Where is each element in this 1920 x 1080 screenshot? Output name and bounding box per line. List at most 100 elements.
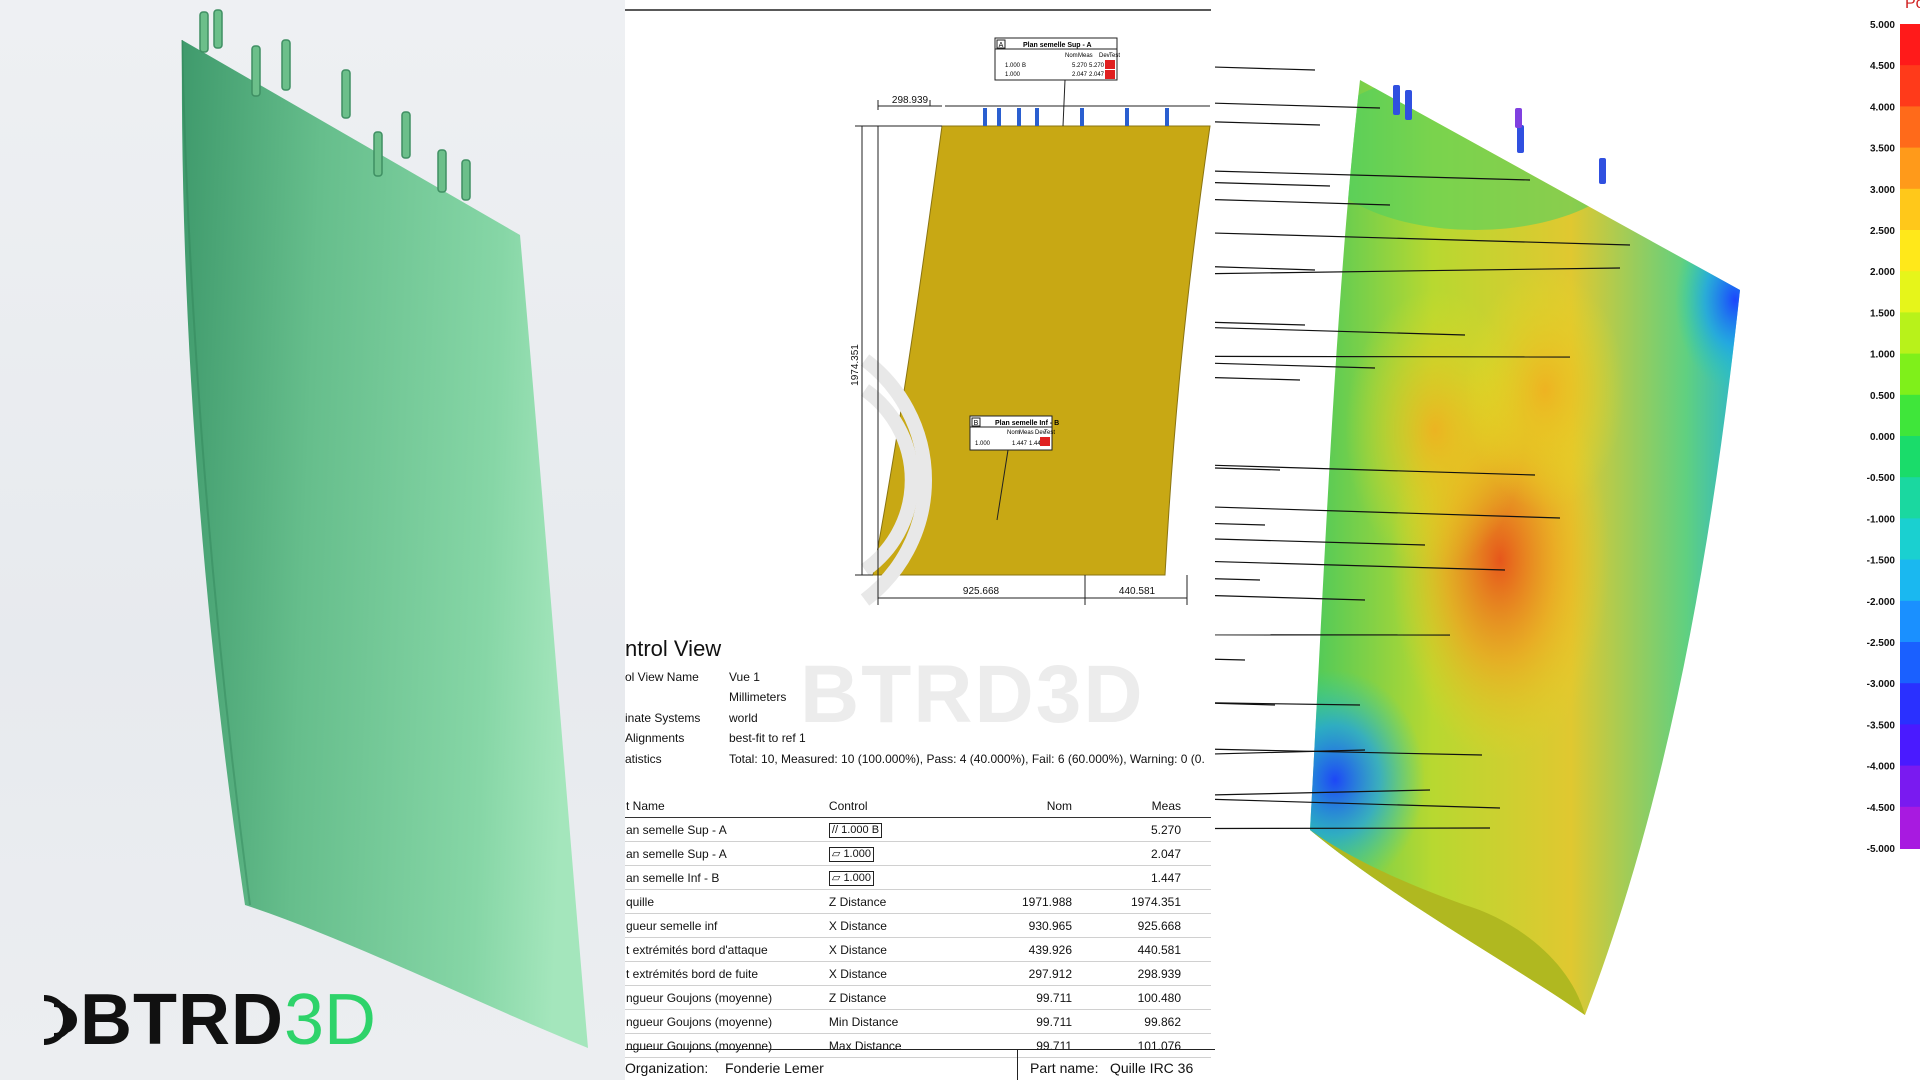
cell-nom [993,865,1103,890]
control-tol: 1.000 [841,823,869,836]
part-label: Part name: [1030,1060,1099,1076]
keel-body [181,40,588,1048]
table-row[interactable]: an semelle Inf - B ▱ 1.000 1.447 [625,865,1211,890]
brand-logo: BTRD 3D [40,980,377,1060]
col-meas: Meas [1102,795,1211,818]
cell-control: ▱ 1.000 [827,865,994,890]
cell-nom [993,817,1103,842]
control-tol: 1.000 [843,847,871,860]
callout-b-h-test: Test [1044,430,1055,436]
col-control: Control [827,795,994,818]
logo-text-bold: BTRD [80,980,284,1060]
scale-tick-label: 2.000 [1870,267,1895,278]
fail-icon [1040,437,1050,446]
info-value: world [729,711,758,725]
cell-meas: 99.862 [1102,1009,1211,1034]
table-row[interactable]: ngueur Goujons (moyenne) Min Distance 99.7… [625,1009,1211,1034]
control-table: t Name Control Nom Meas an semelle Sup -… [625,795,1211,1058]
parallel-icon: // [831,823,839,836]
scale-tick-label: 3.500 [1870,144,1895,155]
scale-tick-label: -2.500 [1867,638,1896,649]
cell-name: an semelle Sup - A [625,817,828,842]
label-leader-line [1215,266,1316,271]
cell-meas: 440.581 [1102,937,1211,962]
callout-b-r1-meas: 1.447 [1012,441,1028,447]
cell-meas: 5.270 [1102,817,1211,842]
report-footer: Organization: Fonderie Lemer Part name: … [625,1049,1215,1080]
scale-tick-label: 4.500 [1870,61,1895,72]
callout-a-title: Plan semelle Sup - A [1023,42,1092,49]
scale-color-band [1900,230,1920,273]
scale-color-band [1900,559,1920,602]
scale-color-band [1900,724,1920,767]
deviation-map-svg: -0.418-0.258-0.4870.2490.8510.900-3.1111… [1215,0,1920,1015]
cell-control: Z Distance [827,889,994,914]
table-row[interactable]: an semelle Sup - A ▱ 1.000 2.047 [625,841,1211,866]
callout-a-r1-tol: 1.000 [1005,63,1021,69]
report-panel: 298.939 1974.351 925.668 440.581 A Plan … [625,0,1215,1080]
control-tol: 1.000 [843,871,871,884]
table-row[interactable]: t extrémités bord d'attaque X Distance 439… [625,937,1211,962]
scale-color-band [1900,65,1920,108]
callout-a-r2-tol: 1.000 [1005,72,1021,78]
scale-color-band [1900,312,1920,355]
cell-name: gueur semelle inf [625,913,828,938]
table-row[interactable]: an semelle Sup - A // 1.000 B 5.270 [625,817,1211,842]
scale-color-band [1900,147,1920,190]
cell-control: X Distance [827,913,994,938]
cell-nom: 1971.988 [993,889,1103,914]
callout-a-r2-meas: 2.047 [1072,72,1088,78]
info-value: Total: 10, Measured: 10 (100.000%), Pass… [729,752,1205,766]
callout-a-h-meas: Meas [1078,53,1093,59]
flatness-control: ▱ 1.000 [828,870,874,886]
scale-color-band [1900,765,1920,808]
cell-control: X Distance [827,937,994,962]
table-row[interactable]: ngueur Goujons (moyenne) Z Distance 99.711… [625,985,1211,1010]
watermark-text: BTRD3D [800,649,1145,740]
logo-text-light: 3D [283,980,377,1060]
scale-tick-label: 1.500 [1870,308,1895,319]
deviation-map-panel: -0.418-0.258-0.4870.2490.8510.900-3.1111… [1215,0,1920,1080]
label-leader-line [1215,467,1281,471]
scale-tick-label: -2.000 [1867,597,1896,608]
col-name: t Name [625,795,828,818]
cell-control: ▱ 1.000 [827,841,994,866]
table-row[interactable]: quille Z Distance 1971.988 1974.351 [625,889,1211,914]
cell-meas: 925.668 [1102,913,1211,938]
deviation-surface [1310,80,1740,1015]
table-row[interactable]: t extrémités bord de fuite X Distance 297.… [625,961,1211,986]
scale-tick-label: -1.000 [1867,514,1896,525]
cell-nom: 99.711 [993,1009,1103,1034]
cell-control: // 1.000 B [827,817,994,842]
cell-nom: 930.965 [993,913,1103,938]
callout-a-r1-meas: 5.270 [1072,63,1088,69]
scale-tick-label: -0.500 [1867,473,1896,484]
callout-b-title: Plan semelle Inf - B [995,420,1059,427]
cell-name: t extrémités bord d'attaque [625,937,828,962]
scale-tick-label: -1.500 [1867,556,1896,567]
scale-color-band [1900,188,1920,231]
label-leader-line [1215,182,1331,187]
info-key: atistics [625,752,662,766]
cell-control: X Distance [827,961,994,986]
scan-render-svg [181,9,588,1048]
scale-color-band [1900,353,1920,396]
cell-meas: 1.447 [1102,865,1211,890]
cell-nom [993,841,1103,866]
callout-a[interactable]: A Plan semelle Sup - A Nom Meas Dev Test… [994,37,1120,127]
info-value: Vue 1 [729,670,760,684]
logo-mark-icon [43,995,77,1045]
callout-a-r2-dev: 2.047 [1089,72,1105,78]
scale-color-band [1900,600,1920,643]
scale-tick-label: -3.000 [1867,679,1896,690]
table-row[interactable]: gueur semelle inf X Distance 930.965 925.66… [625,913,1211,938]
scale-tick-label: 0.000 [1870,432,1895,443]
scale-tick-label: 0.500 [1870,391,1895,402]
dim-bottom: 925.668 [963,586,1000,597]
scale-color-band [1900,106,1920,149]
scale-color-band [1900,477,1920,520]
cell-nom: 297.912 [993,961,1103,986]
part-value: Quille IRC 36 [1110,1060,1194,1076]
scale-color-band [1900,642,1920,685]
callout-a-id: A [999,42,1004,49]
